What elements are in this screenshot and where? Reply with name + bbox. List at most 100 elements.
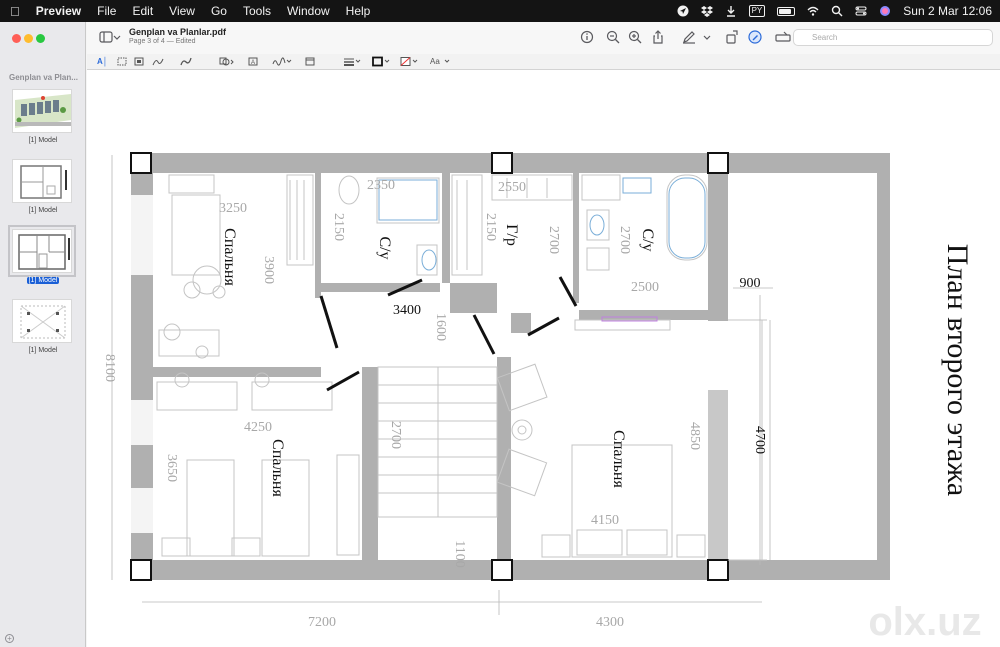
- dim-4300: 4300: [596, 615, 624, 630]
- fullscreen-window-button[interactable]: [36, 34, 45, 43]
- download-icon[interactable]: [725, 5, 737, 17]
- document-subtitle: Page 3 of 4 — Edited: [129, 38, 196, 45]
- wifi-icon[interactable]: [807, 5, 819, 17]
- page-thumbnail-4-label: [1] Model: [28, 347, 58, 354]
- menu-help[interactable]: Help: [346, 4, 371, 18]
- sketch-icon[interactable]: [152, 56, 164, 67]
- dim-2150-a: 2150: [331, 213, 346, 241]
- menu-window[interactable]: Window: [287, 4, 330, 18]
- rotate-icon[interactable]: [725, 30, 739, 44]
- menu-edit[interactable]: Edit: [132, 4, 153, 18]
- page-thumbnail-3-image: [13, 230, 71, 272]
- border-color-icon[interactable]: [372, 56, 390, 67]
- draw-icon[interactable]: [180, 56, 192, 67]
- page-thumbnail-1-image: [13, 90, 71, 132]
- highlight-pen-icon[interactable]: [682, 30, 696, 44]
- page-thumbnail-4-image: [13, 300, 71, 342]
- preview-window: Genplan va Plan... [1] Model [1] Model […: [0, 22, 1000, 647]
- dropbox-icon[interactable]: [700, 5, 713, 17]
- info-icon[interactable]: [580, 30, 594, 44]
- page-thumbnail-2-image: [13, 160, 71, 202]
- highlight-options-chevron-icon[interactable]: [703, 30, 711, 44]
- markup-toolbar-icon[interactable]: [748, 30, 762, 44]
- olx-watermark: olx.uz: [868, 600, 981, 644]
- dim-8100: 8100: [102, 354, 117, 382]
- menu-tools[interactable]: Tools: [243, 4, 271, 18]
- page-thumbnail-2-label: [1] Model: [28, 207, 58, 214]
- fill-color-icon[interactable]: [400, 56, 418, 67]
- floor-plan-drawing: Спальня Спальня Спальня С/у С/у Г/р 3250…: [102, 152, 982, 644]
- menu-view[interactable]: View: [169, 4, 195, 18]
- dim-2350: 2350: [367, 178, 395, 193]
- room-label-bath-2: С/у: [639, 228, 656, 251]
- text-style-button[interactable]: Aa: [430, 56, 440, 67]
- plan-title: План второго этажа: [941, 244, 974, 496]
- room-label-bedroom-2: Спальня: [269, 439, 286, 497]
- svg-text:A: A: [251, 60, 255, 66]
- input-source-badge[interactable]: PY: [748, 5, 766, 17]
- sidebar-document-label: Genplan va Plan...: [9, 73, 78, 82]
- dim-3400: 3400: [393, 303, 421, 318]
- dim-3250: 3250: [219, 201, 247, 216]
- search-input[interactable]: [793, 29, 993, 46]
- location-arrow-icon[interactable]: [677, 5, 689, 17]
- chevron-down-icon[interactable]: [113, 30, 121, 44]
- dim-3900: 3900: [261, 256, 276, 284]
- page-thumbnail-1-label: [1] Model: [28, 137, 58, 144]
- page-thumbnail-4[interactable]: [12, 299, 72, 343]
- zoom-out-icon[interactable]: [606, 30, 620, 44]
- add-page-icon[interactable]: +: [5, 634, 14, 643]
- siri-icon[interactable]: [879, 5, 891, 17]
- room-label-bath-1: С/у: [376, 236, 393, 259]
- instant-alpha-icon[interactable]: [134, 56, 144, 67]
- spotlight-search-icon[interactable]: [831, 5, 843, 17]
- dim-4150: 4150: [591, 513, 619, 528]
- text-style-chevron-icon[interactable]: [444, 56, 450, 67]
- dim-1100: 1100: [452, 540, 467, 567]
- document-title: Genplan va Planlar.pdf: [129, 27, 227, 37]
- close-window-button[interactable]: [12, 34, 21, 43]
- page-thumbnail-1[interactable]: [12, 89, 72, 133]
- sidebar-toggle-icon[interactable]: [99, 30, 113, 44]
- dim-7200: 7200: [308, 615, 336, 630]
- battery-icon[interactable]: [777, 6, 796, 16]
- dim-4850: 4850: [687, 422, 702, 450]
- line-style-icon[interactable]: [343, 56, 361, 67]
- signature-icon[interactable]: [272, 56, 292, 67]
- room-label-bedroom-1: Спальня: [221, 228, 238, 286]
- sanitary-fixtures: [378, 177, 706, 271]
- text-selection-icon[interactable]: A│: [97, 56, 108, 67]
- menu-bar:  Preview File Edit View Go Tools Window…: [0, 0, 1000, 22]
- dim-3650: 3650: [164, 454, 179, 482]
- page-thumbnail-3-label: [1] Model: [26, 277, 60, 284]
- dim-2700-b: 2700: [617, 226, 632, 254]
- dim-4250: 4250: [244, 420, 272, 435]
- menu-clock[interactable]: Sun 2 Mar 12:06: [903, 4, 992, 18]
- page-notes-icon[interactable]: [305, 56, 315, 67]
- dim-900: 900: [740, 276, 761, 291]
- menu-file[interactable]: File: [97, 4, 116, 18]
- dim-2550: 2550: [498, 180, 526, 195]
- menu-go[interactable]: Go: [211, 4, 227, 18]
- apple-menu-icon[interactable]: : [10, 4, 20, 19]
- page-thumbnail-2[interactable]: [12, 159, 72, 203]
- dim-2500: 2500: [631, 280, 659, 295]
- menu-app-name[interactable]: Preview: [36, 4, 81, 18]
- share-icon[interactable]: [651, 30, 665, 44]
- dim-4700: 4700: [752, 426, 767, 454]
- markup-toolbar: A│ A Aa: [87, 54, 1000, 70]
- rectangular-selection-icon[interactable]: [117, 56, 127, 67]
- shapes-icon[interactable]: [219, 56, 235, 67]
- zoom-in-icon[interactable]: [628, 30, 642, 44]
- dim-1600: 1600: [433, 313, 448, 341]
- thumbnail-sidebar: Genplan va Plan... [1] Model [1] Model […: [0, 22, 86, 647]
- text-box-icon[interactable]: A: [248, 56, 258, 67]
- document-page[interactable]: Спальня Спальня Спальня С/у С/у Г/р 3250…: [87, 70, 1000, 647]
- minimize-window-button[interactable]: [24, 34, 33, 43]
- dim-2700-c: 2700: [388, 421, 403, 449]
- form-fill-icon[interactable]: [775, 30, 791, 44]
- page-thumbnail-3[interactable]: [8, 225, 76, 277]
- control-center-icon[interactable]: [855, 5, 867, 17]
- dim-2150-b: 2150: [483, 213, 498, 241]
- main-toolbar: Genplan va Planlar.pdf Page 3 of 4 — Edi…: [87, 22, 1000, 54]
